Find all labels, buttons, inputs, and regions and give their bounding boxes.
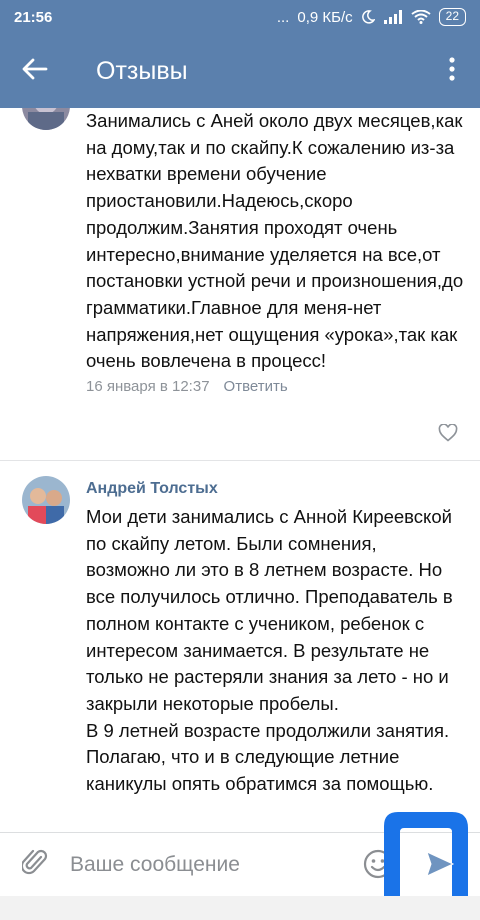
avatar[interactable] — [22, 476, 70, 524]
avatar[interactable] — [22, 108, 70, 130]
status-time: 21:56 — [14, 8, 53, 26]
attach-button[interactable] — [0, 833, 70, 897]
system-nav-bar — [0, 896, 480, 920]
moon-icon — [361, 10, 375, 24]
comment-meta: 16 января в 12:37 Ответить — [86, 378, 464, 395]
comments-list: Занимались с Аней около двух месяцев,как… — [0, 108, 480, 832]
comment-author[interactable]: Андрей Толстых — [86, 478, 464, 500]
comment-date: 16 января в 12:37 — [86, 378, 210, 396]
send-button[interactable] — [410, 836, 470, 896]
send-icon — [425, 850, 455, 883]
wifi-icon — [411, 10, 431, 24]
back-button[interactable] — [0, 34, 70, 108]
status-bar: 21:56 ... 0,9 КБ/с 22 — [0, 0, 480, 34]
app-bar: Отзывы — [0, 34, 480, 108]
message-input[interactable] — [70, 852, 340, 877]
heart-icon[interactable] — [438, 423, 458, 447]
arrow-left-icon — [22, 58, 48, 85]
signal-icon — [383, 10, 403, 24]
more-vertical-icon — [449, 56, 455, 86]
battery-indicator: 22 — [438, 8, 466, 26]
comment-text: Мои дети занимались с Анной Киреевской п… — [86, 506, 453, 795]
status-indicators: ... 0,9 КБ/с 22 — [277, 8, 466, 26]
network-speed: 0,9 КБ/с — [297, 8, 353, 26]
status-dots: ... — [276, 8, 290, 26]
more-options-button[interactable] — [424, 34, 480, 108]
comment-text: Занимались с Аней около двух месяцев,как… — [86, 110, 464, 372]
reply-button[interactable]: Ответить — [224, 378, 288, 395]
paperclip-icon — [20, 847, 48, 882]
divider — [0, 460, 480, 461]
page-title: Отзывы — [96, 56, 188, 85]
